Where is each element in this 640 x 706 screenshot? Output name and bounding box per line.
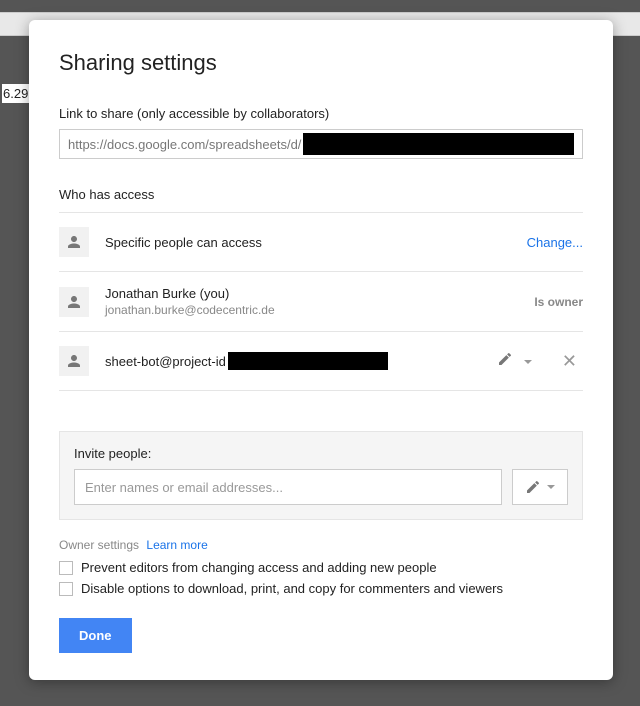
collaborator-email: sheet-bot@project-id bbox=[105, 352, 497, 370]
access-row-owner: Jonathan Burke (you) jonathan.burke@code… bbox=[59, 272, 583, 332]
access-row-visibility: Specific people can access Change... bbox=[59, 213, 583, 272]
access-header: Who has access bbox=[59, 187, 583, 202]
checkbox-prevent-editors[interactable] bbox=[59, 561, 73, 575]
caret-down-icon bbox=[524, 360, 532, 364]
pencil-icon bbox=[497, 351, 513, 367]
owner-email: jonathan.burke@codecentric.de bbox=[105, 303, 534, 317]
change-link[interactable]: Change... bbox=[527, 235, 583, 250]
remove-collaborator-button[interactable]: ✕ bbox=[556, 351, 583, 372]
owner-settings: Owner settings Learn more Prevent editor… bbox=[59, 538, 583, 596]
link-label: Link to share (only accessible by collab… bbox=[59, 106, 583, 121]
done-button[interactable]: Done bbox=[59, 618, 132, 653]
owner-name: Jonathan Burke (you) bbox=[105, 286, 534, 301]
invite-section: Invite people: bbox=[59, 431, 583, 520]
person-icon bbox=[59, 287, 89, 317]
checkbox-disable-download[interactable] bbox=[59, 582, 73, 596]
checkbox-label: Prevent editors from changing access and… bbox=[81, 560, 437, 575]
background-cell-value: 6.29 bbox=[2, 84, 29, 103]
checkbox-label: Disable options to download, print, and … bbox=[81, 581, 503, 596]
access-list: Specific people can access Change... Jon… bbox=[59, 212, 583, 391]
share-link-input[interactable]: https://docs.google.com/spreadsheets/d/ bbox=[59, 129, 583, 159]
owner-role: Is owner bbox=[534, 295, 583, 309]
owner-settings-label: Owner settings bbox=[59, 538, 139, 552]
person-icon bbox=[59, 346, 89, 376]
invite-label: Invite people: bbox=[74, 446, 568, 461]
invite-input[interactable] bbox=[74, 469, 502, 505]
people-icon bbox=[59, 227, 89, 257]
share-link-redacted bbox=[303, 133, 574, 155]
share-link-prefix: https://docs.google.com/spreadsheets/d/ bbox=[68, 137, 301, 152]
caret-down-icon bbox=[547, 485, 555, 489]
role-dropdown[interactable] bbox=[497, 351, 531, 372]
invite-role-dropdown[interactable] bbox=[512, 469, 568, 505]
sharing-settings-modal: Sharing settings Link to share (only acc… bbox=[29, 20, 613, 680]
learn-more-link[interactable]: Learn more bbox=[146, 538, 207, 552]
access-row-collaborator: sheet-bot@project-id ✕ bbox=[59, 332, 583, 391]
pencil-icon bbox=[525, 479, 541, 495]
modal-title: Sharing settings bbox=[59, 50, 583, 76]
visibility-text: Specific people can access bbox=[105, 235, 527, 250]
collaborator-email-redacted bbox=[228, 352, 388, 370]
